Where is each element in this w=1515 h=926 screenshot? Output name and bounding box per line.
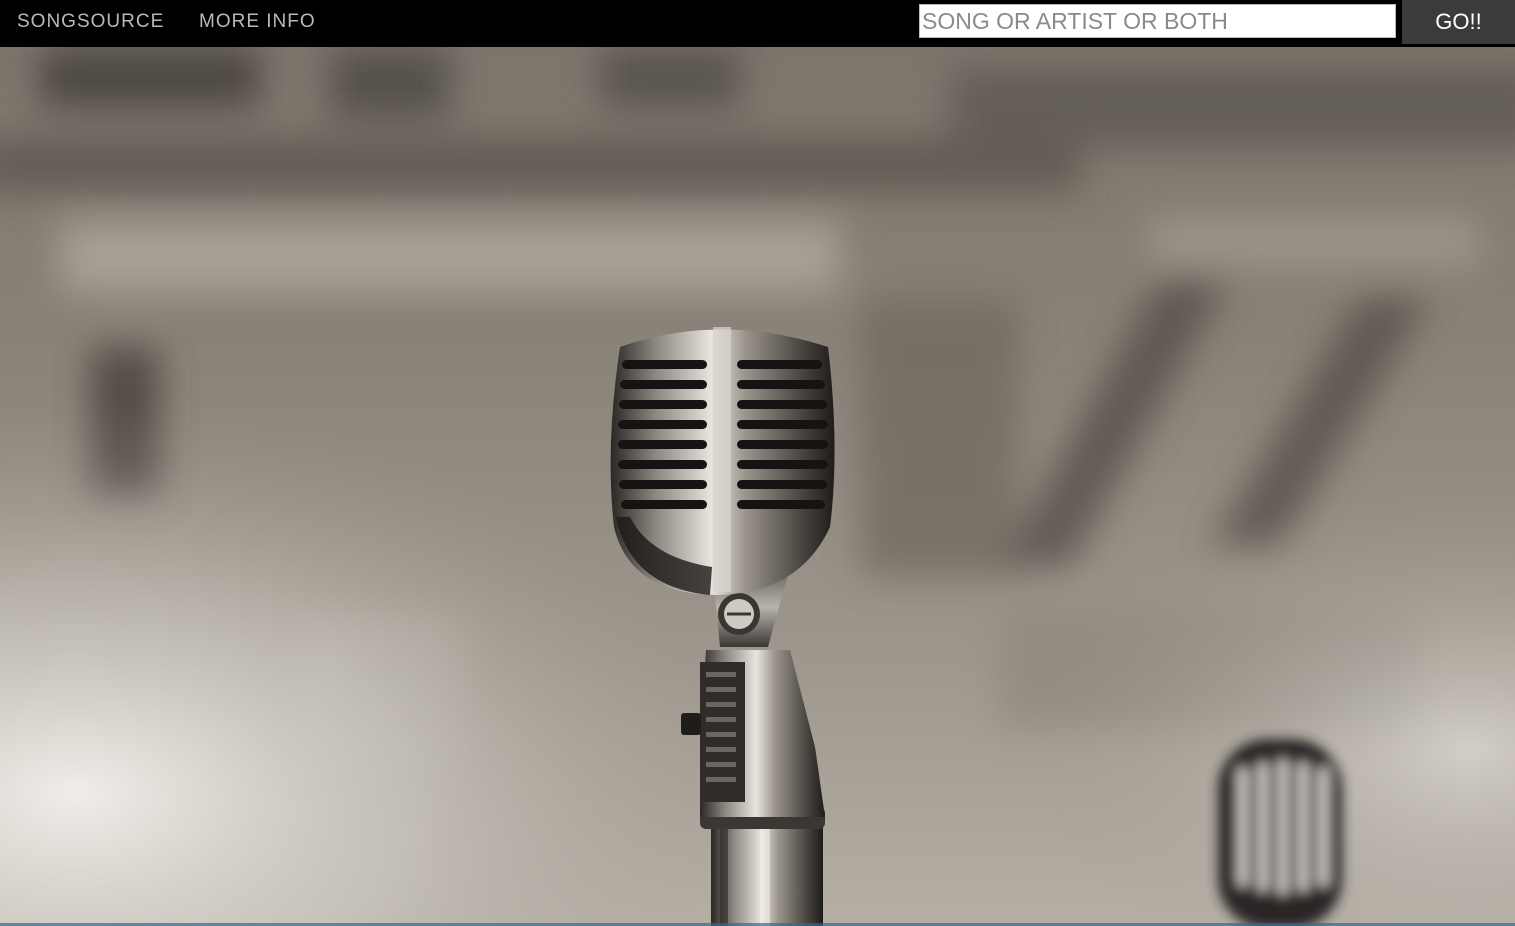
go-button[interactable]: GO!! [1402,0,1515,44]
brand-link[interactable]: SONGSOURCE [17,11,164,33]
hero-background-image [0,47,1515,926]
search-input[interactable] [919,4,1396,38]
background-microphone-icon [1218,739,1342,926]
more-info-link[interactable]: MORE INFO [199,11,316,33]
top-navbar: SONGSOURCE MORE INFO GO!! [0,0,1515,47]
